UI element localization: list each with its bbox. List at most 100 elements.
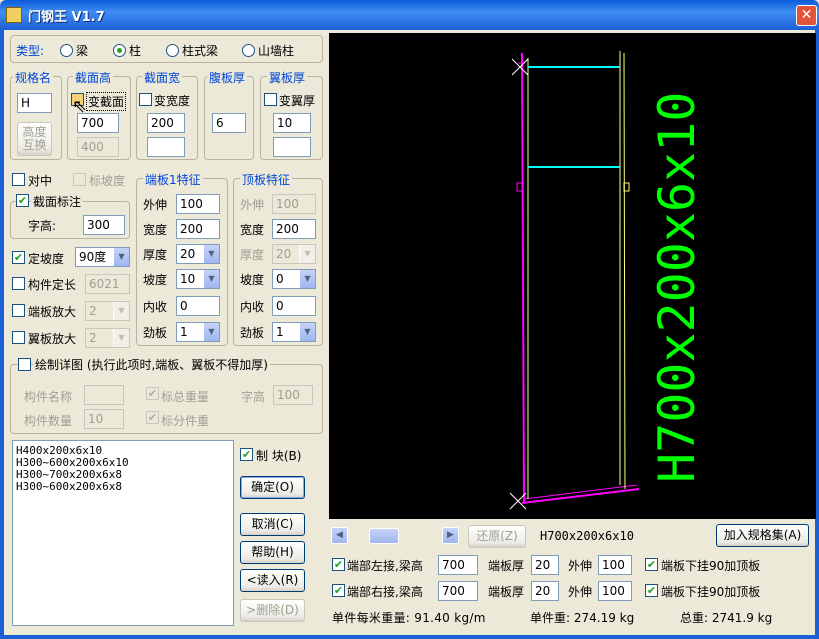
right-ext-input[interactable]: 100 <box>598 581 632 601</box>
scroll-right-icon[interactable]: ▶ <box>442 527 459 544</box>
top-stiffener-select[interactable]: 1 ▼ <box>272 322 316 342</box>
width-input-2[interactable] <box>147 137 185 157</box>
flange-input-1[interactable]: 10 <box>273 113 311 133</box>
end-width-input[interactable]: 200 <box>176 219 220 239</box>
spec-list[interactable]: H400x200x6x10 H300~600x200x6x10 H300~700… <box>12 440 234 626</box>
end-plate-enlarge-checkbox[interactable] <box>12 304 25 317</box>
flange-right-outer <box>623 52 626 490</box>
top-slope-select[interactable]: 0 ▼ <box>272 269 316 289</box>
height-swap-button[interactable]: 高度 互换 <box>17 122 52 156</box>
right-hang-checkbox[interactable]: ✔ <box>645 584 658 597</box>
end-inset-input[interactable]: 0 <box>176 296 220 316</box>
end-stiffener-select[interactable]: 1 ▼ <box>176 322 220 342</box>
fixed-length-checkbox[interactable] <box>12 277 25 290</box>
center-checkbox[interactable] <box>12 173 25 186</box>
title-bar <box>0 0 819 30</box>
detail-name-label: 构件名称 <box>24 390 73 404</box>
right-ext-label: 外伸 <box>568 585 593 599</box>
left-plate-thickness-input[interactable]: 20 <box>531 555 559 575</box>
part-weight-checkbox[interactable]: ✔ <box>146 411 159 424</box>
window-frame-left <box>0 30 4 639</box>
flange-enlarge-checkbox[interactable] <box>12 331 25 344</box>
end-slope-select[interactable]: 10 ▼ <box>176 269 220 289</box>
flange-enlarge-select[interactable]: 2 ▼ <box>85 328 130 348</box>
fixed-slope-select[interactable]: 90度 ▼ <box>75 247 130 267</box>
left-plate-thickness-label: 端板厚 <box>488 559 525 573</box>
help-button[interactable]: 帮助(H) <box>240 541 305 564</box>
right-beam-height-input[interactable]: 700 <box>438 581 478 601</box>
total-weight: 总重: 2741.9 kg <box>680 611 773 625</box>
top-thickness-label: 厚度 <box>240 248 265 262</box>
font-height-input[interactable]: 300 <box>83 215 125 235</box>
height-input-2[interactable]: 400 <box>77 137 119 157</box>
ok-button[interactable]: 确定(O) <box>240 476 305 499</box>
end-stiffener-label: 劲板 <box>143 326 168 340</box>
web-thickness-input[interactable]: 6 <box>212 113 246 133</box>
type-radio-gable-column[interactable] <box>242 44 255 57</box>
right-plate-thickness-input[interactable]: 20 <box>531 581 559 601</box>
top-thickness-select[interactable]: 20 ▼ <box>272 244 316 264</box>
type-column-label: 柱 <box>129 44 142 58</box>
spec-name-input[interactable]: H <box>17 93 52 113</box>
end-plate-enlarge-label: 端板放大 <box>28 305 77 319</box>
detail-qty-input[interactable]: 10 <box>84 409 124 429</box>
total-weight-checkbox[interactable]: ✔ <box>146 387 159 400</box>
chevron-down-icon: ▼ <box>203 323 219 341</box>
close-button[interactable]: ✕ <box>796 5 817 26</box>
top-width-input[interactable]: 200 <box>272 219 316 239</box>
list-item[interactable]: H300~600x200x6x8 <box>16 481 230 493</box>
fixed-length-label: 构件定长 <box>28 278 77 292</box>
section-mark-checkbox[interactable]: ✔ <box>16 194 29 207</box>
fixed-length-input[interactable]: 6021 <box>85 274 130 294</box>
add-spec-button[interactable]: 加入规格集(A) <box>716 524 809 547</box>
center-label: 对中 <box>28 174 53 188</box>
fixed-slope-checkbox[interactable]: ✔ <box>12 251 25 264</box>
left-hang-checkbox[interactable]: ✔ <box>645 558 658 571</box>
type-label: 类型: <box>16 44 45 58</box>
top-ext-input[interactable]: 100 <box>272 194 316 214</box>
block-checkbox[interactable]: ✔ <box>240 448 253 461</box>
type-gable-column-label: 山墙柱 <box>258 44 295 58</box>
chevron-down-icon: ▼ <box>299 323 315 341</box>
var-flange-checkbox[interactable] <box>264 93 277 106</box>
load-button[interactable]: <读入(R) <box>240 569 305 592</box>
detail-name-input[interactable] <box>84 385 124 405</box>
end-width-label: 宽度 <box>143 223 168 237</box>
left-ext-label: 外伸 <box>568 559 593 573</box>
type-column-beam-label: 柱式梁 <box>182 44 219 58</box>
horizontal-scrollbar[interactable]: ◀ ▶ <box>329 526 461 546</box>
spec-name-header: 规格名 <box>13 69 54 86</box>
height-input-1[interactable]: 700 <box>77 113 119 133</box>
left-connect-checkbox[interactable]: ✔ <box>332 558 345 571</box>
top-inset-input[interactable]: 0 <box>272 296 316 316</box>
var-width-checkbox[interactable] <box>139 93 152 106</box>
right-connect-checkbox[interactable]: ✔ <box>332 584 345 597</box>
web-line-left <box>521 52 525 504</box>
end-thickness-label: 厚度 <box>143 248 168 262</box>
type-radio-column[interactable] <box>113 44 126 57</box>
detail-checkbox[interactable] <box>18 358 31 371</box>
width-header: 截面宽 <box>142 69 183 86</box>
type-radio-beam[interactable] <box>60 44 73 57</box>
cancel-button[interactable]: 取消(C) <box>240 513 305 536</box>
drawing-canvas[interactable]: H700x200x6x10 <box>329 33 816 519</box>
section-label: H700x200x6x10 <box>648 92 706 483</box>
left-ext-input[interactable]: 100 <box>598 555 632 575</box>
detail-font-input[interactable]: 100 <box>273 385 313 405</box>
delete-button[interactable]: >删除(D) <box>240 599 305 622</box>
end-ext-label: 外伸 <box>143 198 168 212</box>
right-connect-label: 端部右接,梁高 <box>347 585 423 599</box>
type-radio-column-beam[interactable] <box>166 44 179 57</box>
top-width-label: 宽度 <box>240 223 265 237</box>
end-thickness-select[interactable]: 20 ▼ <box>176 244 220 264</box>
scroll-thumb[interactable] <box>369 528 399 544</box>
end-plate-enlarge-select[interactable]: 2 ▼ <box>85 301 130 321</box>
scroll-left-icon[interactable]: ◀ <box>331 527 348 544</box>
left-beam-height-input[interactable]: 700 <box>438 555 478 575</box>
end-ext-input[interactable]: 100 <box>176 194 220 214</box>
width-input-1[interactable]: 200 <box>147 113 185 133</box>
mark-slope-checkbox[interactable] <box>73 173 86 186</box>
restore-button[interactable]: 还原(Z) <box>468 525 526 548</box>
window-title: 门钢王 V1.7 <box>28 10 105 25</box>
flange-input-2[interactable] <box>273 137 311 157</box>
